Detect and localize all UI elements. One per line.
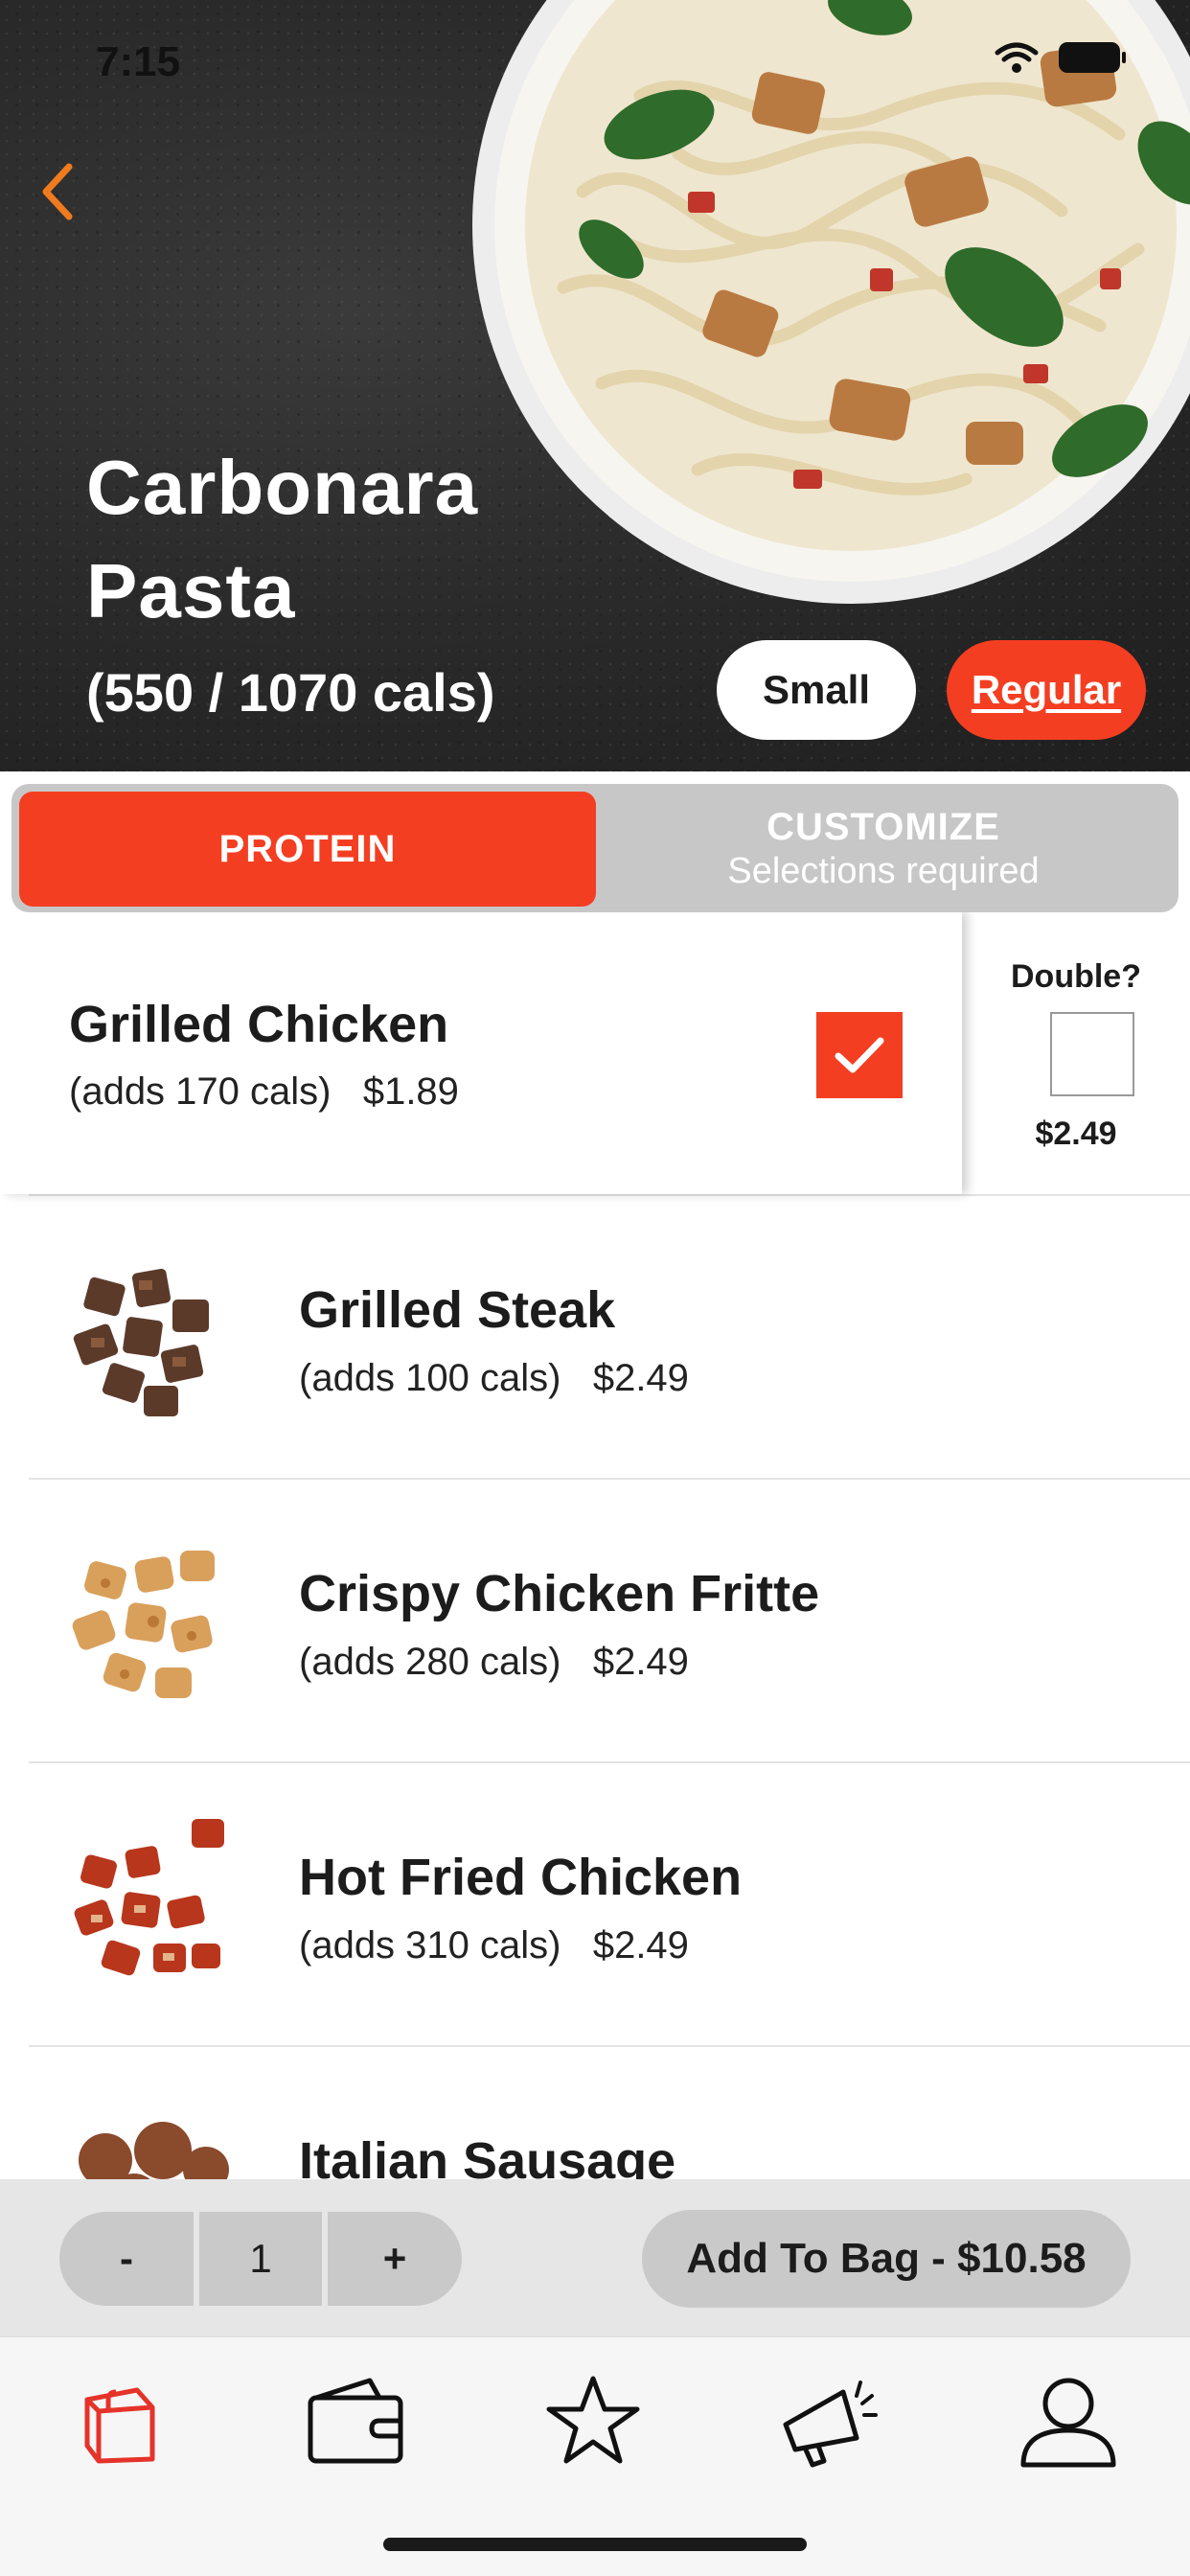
steak-icon <box>73 1268 209 1416</box>
protein-options-list: Grilled Chicken (adds 170 cals) $1.89 Do… <box>0 912 1190 2179</box>
double-checkbox[interactable] <box>1050 1012 1134 1096</box>
status-icons <box>995 40 1127 75</box>
option-cals: (adds 100 cals) <box>299 1357 561 1399</box>
option-name: Crispy Chicken Fritte <box>299 1565 820 1622</box>
option-name: Hot Fried Chicken <box>299 1849 743 1906</box>
hero-header: 7:15 Carbonara Pasta (550 / 1070 cals) S… <box>0 0 1190 771</box>
option-name: Grilled Steak <box>299 1281 616 1339</box>
battery-icon <box>1059 42 1126 73</box>
tab-protein[interactable]: PROTEIN <box>19 792 596 907</box>
tab-customize-label: CUSTOMIZE <box>767 806 1000 848</box>
size-regular-button[interactable]: Regular <box>947 640 1146 740</box>
back-button[interactable] <box>29 153 86 230</box>
sausage-icon <box>79 2122 229 2179</box>
increment-button[interactable]: + <box>328 2212 462 2306</box>
hot-chicken-icon <box>74 1819 224 1976</box>
double-panel: Double? $2.49 <box>962 912 1190 1194</box>
megaphone-icon <box>783 2380 878 2468</box>
wallet-icon <box>308 2378 403 2464</box>
star-icon <box>546 2376 640 2464</box>
option-meta: (adds 280 cals) $2.49 <box>299 1641 689 1684</box>
checkmark-icon <box>835 1037 884 1073</box>
bag-icon <box>84 2387 155 2464</box>
option-meta: (adds 170 cals) $1.89 <box>69 1070 459 1114</box>
option-checkbox[interactable] <box>816 1012 903 1098</box>
option-meta: (adds 100 cals) $2.49 <box>299 1357 689 1400</box>
tab-profile[interactable] <box>1006 2358 1131 2483</box>
size-small-button[interactable]: Small <box>717 640 916 740</box>
profile-icon <box>1020 2378 1116 2468</box>
action-bar: - 1 + Add To Bag - $10.58 <box>0 2179 1190 2336</box>
section-tabs: PROTEIN CUSTOMIZE Selections required <box>11 784 1179 912</box>
option-cals: (adds 170 cals) <box>69 1070 332 1113</box>
wifi-icon <box>995 42 1039 73</box>
option-italian-sausage[interactable]: Italian Sausage <box>0 2047 1190 2179</box>
option-meta: (adds 310 cals) $2.49 <box>299 1924 689 1967</box>
item-title: Carbonara Pasta <box>86 445 479 633</box>
option-cals: (adds 280 cals) <box>299 1641 561 1683</box>
tab-customize-subtitle: Selections required <box>727 851 1040 891</box>
chevron-left-icon <box>42 163 73 220</box>
option-crispy-chicken-fritte[interactable]: Crispy Chicken Fritte (adds 280 cals) $2… <box>0 1480 1190 1763</box>
home-indicator <box>383 2538 807 2551</box>
option-price: $2.49 <box>592 1924 689 1966</box>
tab-announcements[interactable] <box>767 2358 891 2483</box>
tab-bag[interactable] <box>57 2358 182 2483</box>
crispy-chicken-icon <box>72 1551 215 1698</box>
tab-wallet[interactable] <box>293 2358 418 2483</box>
option-price: $1.89 <box>362 1070 459 1113</box>
tab-favorites[interactable] <box>531 2358 655 2483</box>
option-name: Grilled Chicken <box>69 996 449 1053</box>
tab-customize[interactable]: CUSTOMIZE Selections required <box>596 792 1171 907</box>
option-grilled-steak[interactable]: Grilled Steak (adds 100 cals) $2.49 <box>0 1196 1190 1480</box>
option-grilled-chicken[interactable]: Grilled Chicken (adds 170 cals) $1.89 <box>0 912 962 1194</box>
option-price: $2.49 <box>592 1357 689 1399</box>
option-cals: (adds 310 cals) <box>299 1924 561 1966</box>
double-label: Double? <box>1011 958 1141 995</box>
status-time: 7:15 <box>96 38 181 85</box>
add-to-bag-button[interactable]: Add To Bag - $10.58 <box>642 2210 1131 2308</box>
double-price: $2.49 <box>1035 1116 1117 1152</box>
option-hot-fried-chicken[interactable]: Hot Fried Chicken (adds 310 cals) $2.49 <box>0 1763 1190 2047</box>
item-calories: (550 / 1070 cals) <box>86 662 495 723</box>
option-name: Italian Sausage <box>299 2132 676 2179</box>
quantity-stepper: - 1 + <box>59 2212 462 2306</box>
option-price: $2.49 <box>592 1641 689 1683</box>
quantity-value: 1 <box>249 2236 272 2281</box>
decrement-button[interactable]: - <box>59 2212 194 2306</box>
